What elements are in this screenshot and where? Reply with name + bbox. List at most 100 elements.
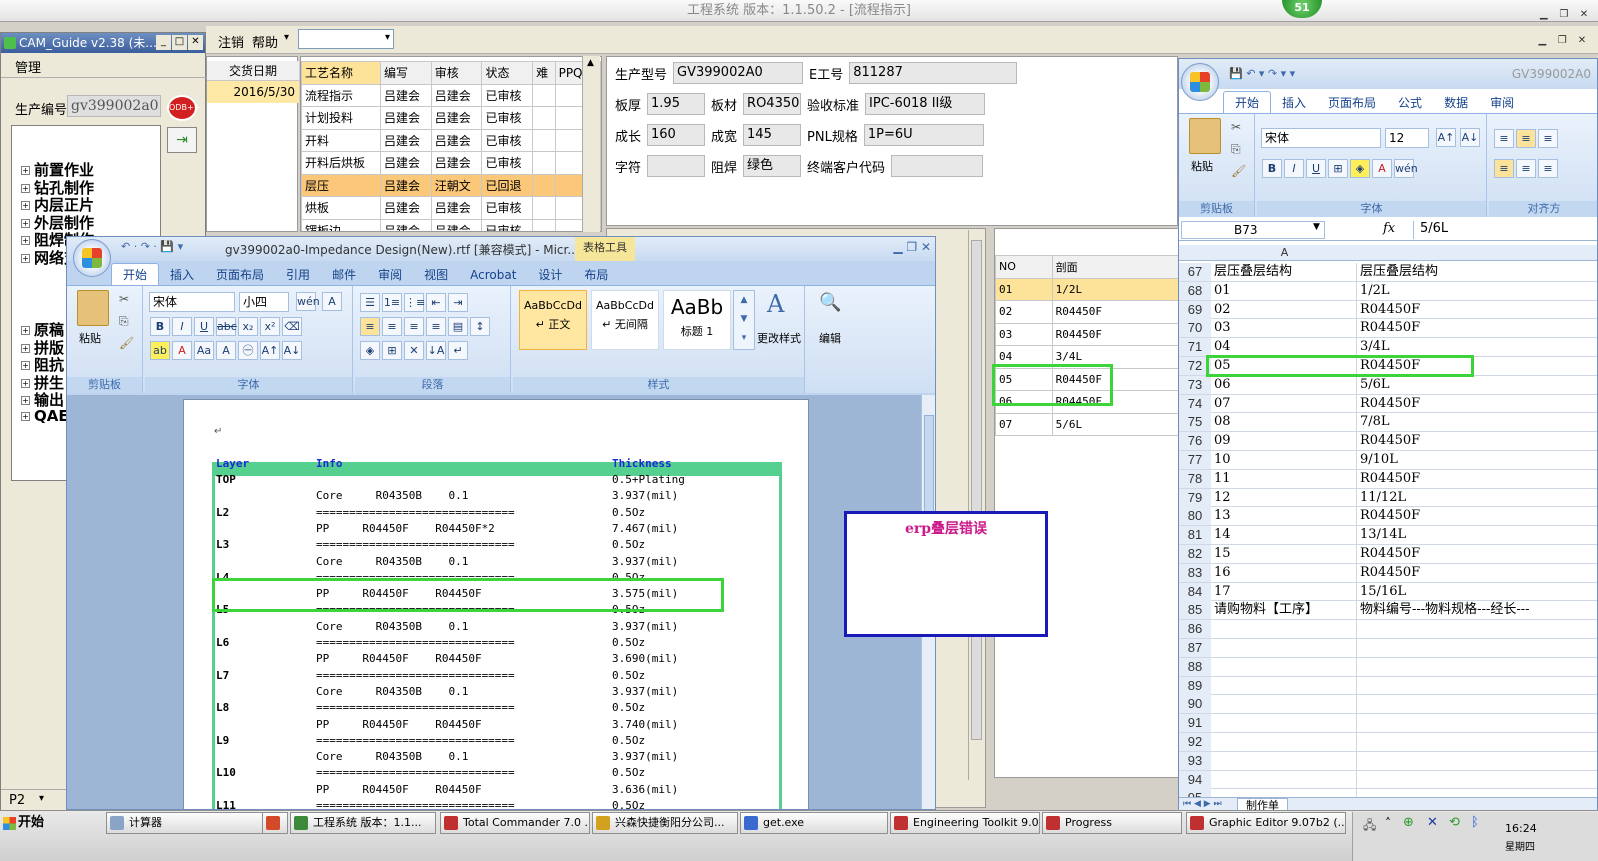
quick-access-icons[interactable]: ↶ · ↷ · 💾 ▾ [121, 240, 183, 253]
cell-b[interactable]: 5/6L [1358, 376, 1597, 394]
expand-icon[interactable]: + [21, 378, 30, 388]
row-number[interactable]: 91 [1179, 714, 1211, 733]
column-header[interactable]: NO [995, 255, 1053, 279]
row-number[interactable]: 85 [1179, 601, 1211, 620]
sheet-row[interactable]: 91 [1179, 714, 1597, 733]
justify-icon[interactable]: ≡ [426, 317, 446, 336]
cell-a[interactable]: 13 [1212, 507, 1357, 526]
tools-icon[interactable]: ✕ [1427, 815, 1438, 830]
cell-a[interactable] [1212, 770, 1357, 789]
ribbon-tab[interactable]: 审阅 [1479, 92, 1525, 114]
shading-icon[interactable]: ◈ [360, 341, 380, 360]
row-number[interactable]: 69 [1179, 300, 1211, 319]
chevron-down-icon[interactable]: ▾ [385, 32, 390, 43]
office-button[interactable] [1181, 63, 1219, 101]
copy-icon[interactable]: ⎘ [119, 314, 129, 329]
minimize-icon[interactable]: ▁ [1534, 35, 1550, 49]
expand-icon[interactable]: + [21, 201, 30, 211]
style-swatch[interactable]: AaBbCcDd ↵ 无间隔 [591, 290, 659, 350]
table-row[interactable]: 开料后烘板 吕建会 吕建会 已审核 [301, 151, 601, 175]
char-border-icon[interactable]: A [322, 292, 342, 311]
pnl-field[interactable]: 1P=6U [863, 124, 984, 146]
row-number[interactable]: 79 [1179, 488, 1211, 507]
table-row[interactable]: 开料 吕建会 吕建会 已审核 [301, 128, 601, 152]
sheet-row[interactable]: 92 [1179, 733, 1597, 752]
fill-color-icon[interactable]: ◈ [1350, 159, 1370, 178]
menu-manage[interactable]: 管理 [15, 57, 41, 76]
chevron-up-icon[interactable]: ˄ [1385, 816, 1391, 830]
paste-label[interactable]: 粘贴 [79, 330, 101, 346]
mask-field[interactable]: 绿色 [743, 155, 802, 177]
expand-icon[interactable]: + [21, 218, 30, 228]
taskbar-item[interactable]: Engineering Toolkit 9.0... [890, 812, 1040, 834]
row-number[interactable]: 73 [1179, 375, 1211, 394]
sheet-row[interactable]: 80 13 R04450F [1179, 507, 1597, 527]
cell-a[interactable]: 请购物料【工序】 [1212, 601, 1357, 620]
column-header[interactable]: 状态 [481, 61, 534, 85]
change-styles-icon[interactable]: A [767, 290, 784, 318]
underline-icon[interactable]: U [194, 317, 214, 336]
sheet-row[interactable]: 78 11 R04450F [1179, 469, 1597, 489]
column-header[interactable]: 审核 [430, 61, 483, 85]
bluetooth-icon[interactable]: ᛒ [1471, 815, 1479, 830]
restore-icon[interactable]: ❐ [1556, 9, 1572, 23]
decrease-indent-icon[interactable]: ⇤ [426, 293, 446, 312]
expand-icon[interactable]: + [21, 326, 30, 335]
cell-b[interactable]: R04450F [1358, 432, 1597, 450]
prod-input[interactable]: gv399002a0 [67, 95, 161, 117]
excel-size-select[interactable]: 12 [1385, 128, 1429, 148]
align-left-icon[interactable]: ≡ [1494, 159, 1514, 178]
cell-a[interactable]: 层压叠层结构 [1212, 263, 1357, 281]
cell-b[interactable]: R04450F [1358, 564, 1597, 582]
edit-label[interactable]: 编辑 [819, 330, 841, 346]
date-value[interactable]: 2016/5/30 [207, 81, 299, 103]
cell-b[interactable] [1358, 658, 1597, 676]
expand-icon[interactable]: + [21, 166, 30, 175]
row-number[interactable]: 78 [1179, 469, 1211, 488]
row-number[interactable]: 86 [1179, 620, 1211, 639]
start-button[interactable]: 开始 [0, 812, 54, 836]
excel-font-select[interactable]: 宋体 [1261, 128, 1381, 148]
table-row[interactable]: 07 5/6L [995, 412, 1180, 436]
menu-logout[interactable]: 注销 [218, 32, 244, 51]
row-number[interactable]: 75 [1179, 413, 1211, 432]
cell-a[interactable] [1212, 695, 1357, 714]
copy-icon[interactable]: ⎘ [1231, 142, 1241, 157]
expand-icon[interactable]: + [21, 396, 30, 406]
scroll-thumb[interactable] [971, 240, 982, 740]
cell-b[interactable]: 3/4L [1358, 338, 1597, 356]
taskbar-item[interactable]: Progress [1042, 812, 1182, 834]
office-button[interactable] [73, 239, 111, 277]
column-header[interactable]: 工艺名称 [301, 61, 382, 85]
expand-icon[interactable]: + [21, 361, 30, 371]
table-row[interactable]: 03 R04450F [995, 322, 1180, 346]
lower-scrollbar[interactable] [968, 230, 984, 780]
row-number[interactable]: 74 [1179, 394, 1211, 413]
ribbon-tab[interactable]: 视图 [413, 264, 459, 286]
table-row[interactable]: 01 1/2L [995, 277, 1180, 301]
chevron-down-icon[interactable]: ▼ [1313, 222, 1320, 232]
style-swatch[interactable]: AaBbCcDd ↵ 正文 [519, 290, 587, 350]
cell-a[interactable]: 04 [1212, 338, 1357, 357]
cell-a[interactable] [1212, 620, 1357, 639]
cell-a[interactable]: 01 [1212, 281, 1357, 300]
close-icon[interactable]: ✕ [1574, 35, 1590, 49]
align-center-icon[interactable]: ≡ [1516, 159, 1536, 178]
ribbon-tab[interactable]: 开始 [1223, 91, 1272, 114]
distribute-icon[interactable]: ▤ [448, 317, 468, 336]
cell-b[interactable] [1358, 620, 1597, 638]
chevron-down-icon[interactable]: ▾ [284, 32, 289, 43]
cell-b[interactable]: R04450F [1358, 545, 1597, 563]
bold-icon[interactable]: B [1262, 159, 1282, 178]
exit-door-icon[interactable]: ⇥ [167, 127, 197, 153]
table-row[interactable]: 计划投料 吕建会 吕建会 已审核 [301, 106, 601, 130]
borders-icon[interactable]: ⊞ [382, 341, 402, 360]
taskbar-item[interactable]: get.exe [740, 812, 888, 834]
ribbon-tab[interactable]: 数据 [1433, 92, 1479, 114]
row-number[interactable]: 77 [1179, 451, 1211, 469]
cell-b[interactable]: 11/12L [1358, 489, 1597, 507]
line-spacing-icon[interactable]: ↕ [470, 317, 490, 336]
shield-icon[interactable]: ⊕ [1403, 815, 1414, 830]
italic-icon[interactable]: I [1284, 159, 1304, 178]
grow-font-icon[interactable]: A↑ [260, 341, 280, 360]
